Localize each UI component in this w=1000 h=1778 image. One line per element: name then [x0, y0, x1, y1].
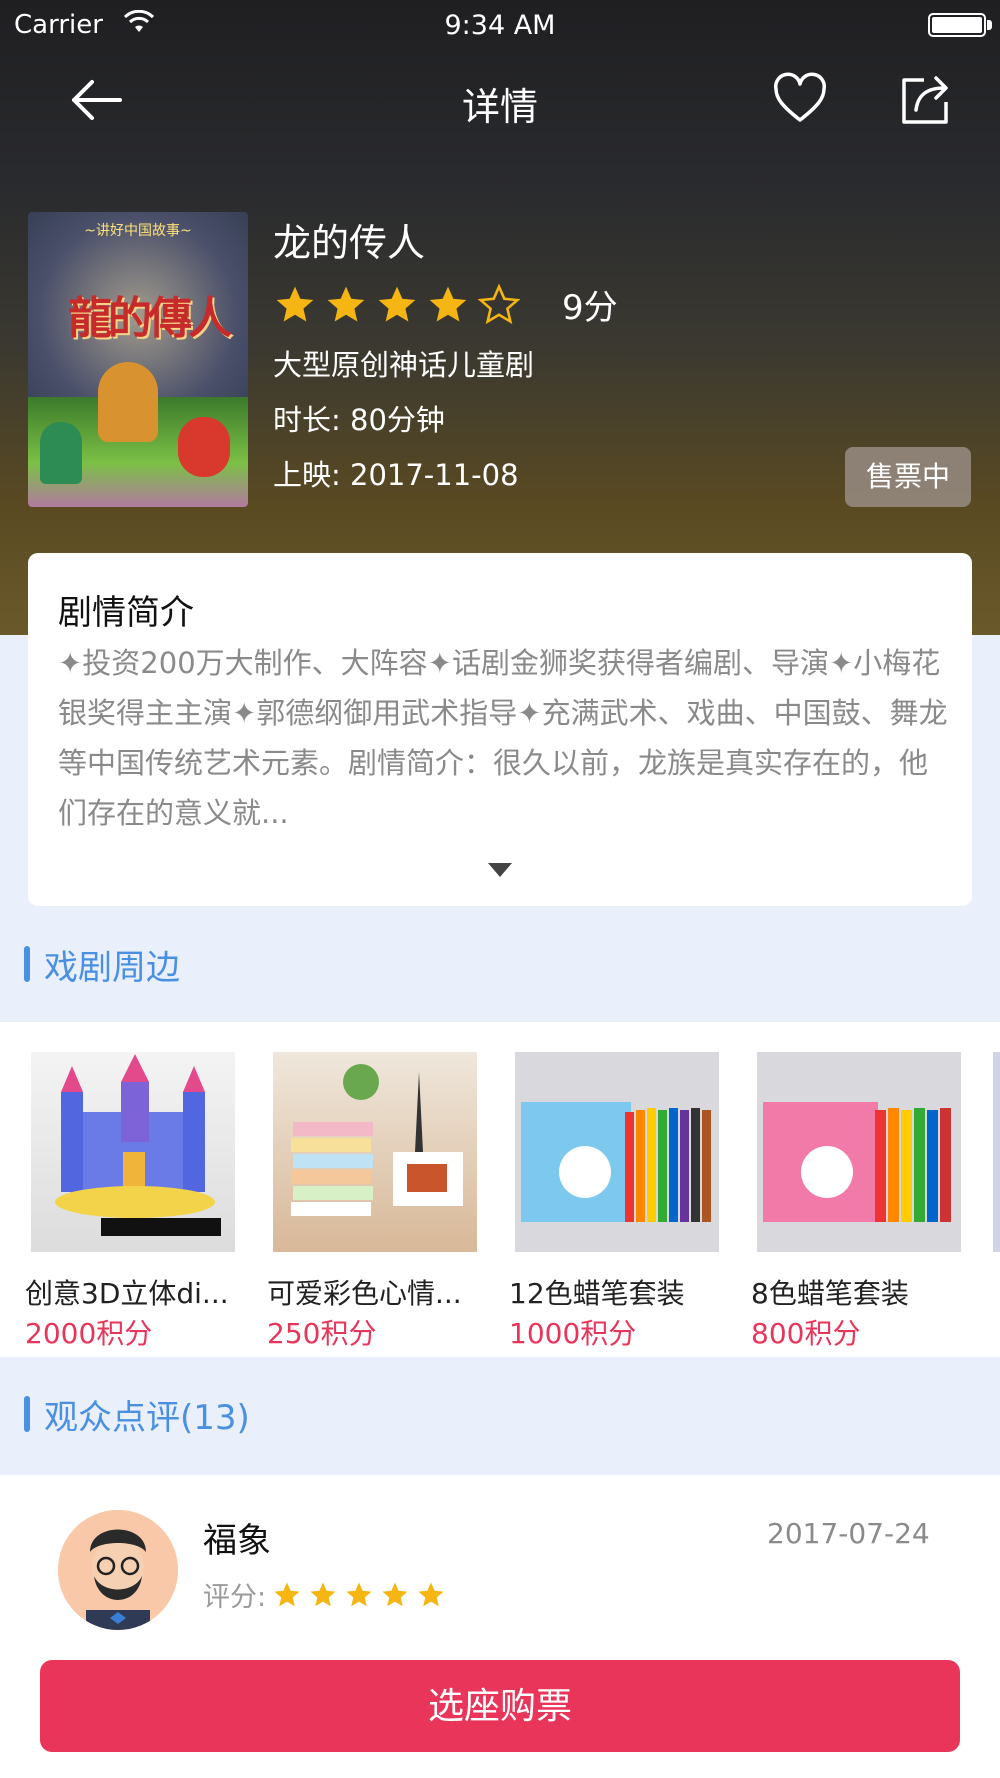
poster-elder-figure	[40, 422, 82, 484]
merch-image-crayons-8	[757, 1052, 961, 1252]
synopsis-title: 剧情简介	[58, 593, 194, 633]
poster-hero-figure	[98, 362, 158, 442]
rating-label: 评分:	[203, 1582, 267, 1613]
merch-points: 800积分	[751, 1317, 861, 1350]
merch-name: 可爱彩色心情...	[267, 1277, 462, 1310]
merch-name: 8色蜡笔套装	[751, 1277, 909, 1310]
merch-item-partial[interactable]	[993, 1052, 1000, 1252]
page-title: 详情	[461, 85, 538, 129]
star-filled-icon	[274, 1582, 300, 1606]
review-date: 2017-07-24	[767, 1517, 930, 1550]
reviewer-name: 福象	[203, 1521, 271, 1561]
star-filled-icon	[327, 286, 365, 321]
merch-name: 12色蜡笔套装	[509, 1277, 685, 1310]
merch-image-notes	[273, 1052, 477, 1252]
share-icon[interactable]	[898, 72, 954, 128]
merch-image-crayons-12	[515, 1052, 719, 1252]
battery-tip	[987, 20, 992, 30]
ticket-status-badge: 售票中	[845, 447, 971, 507]
merch-list[interactable]: 创意3D立体di... 2000积分 可爱彩色心情... 250积分 12色蜡笔…	[0, 1022, 1000, 1357]
clock: 9:34 AM	[444, 10, 556, 41]
reviews-section-title: 观众点评(13)	[44, 1398, 250, 1438]
section-accent-bar	[24, 1396, 30, 1432]
reviews-section-header: 观众点评(13)	[0, 1384, 1000, 1444]
poster-tagline: ~讲好中国故事~	[84, 223, 192, 239]
poster-dragon-figure	[178, 417, 230, 477]
poster-title: 龍的傳人	[68, 293, 232, 344]
merch-points: 1000积分	[509, 1317, 637, 1350]
merch-section-header: 戏剧周边	[0, 934, 1000, 994]
show-release-date: 上映: 2017-11-08	[273, 458, 519, 492]
battery-icon	[928, 13, 986, 37]
synopsis-text: ✦投资200万大制作、大阵容✦话剧金狮奖获得者编剧、导演✦小梅花银奖得主主演✦郭…	[58, 646, 948, 830]
review-rating: 评分:	[203, 1575, 446, 1614]
avatar[interactable]	[58, 1510, 178, 1630]
star-filled-icon	[276, 286, 314, 321]
merch-name: 创意3D立体di...	[25, 1277, 229, 1310]
show-score: 9分	[562, 288, 618, 328]
status-bar: Carrier 9:34 AM	[0, 0, 1000, 50]
star-filled-icon	[382, 1582, 408, 1606]
star-filled-icon	[310, 1582, 336, 1606]
star-empty-icon	[477, 282, 521, 324]
star-filled-icon	[429, 286, 467, 321]
show-title: 龙的传人	[273, 221, 426, 265]
show-poster: ~讲好中国故事~ 龍的傳人	[28, 212, 248, 507]
star-filled-icon	[346, 1582, 372, 1606]
show-duration: 时长: 80分钟	[273, 403, 445, 437]
navigation-bar: 详情	[0, 60, 1000, 140]
merch-image-castle	[31, 1052, 235, 1252]
section-accent-bar	[24, 946, 30, 982]
heart-icon[interactable]	[772, 72, 828, 128]
show-rating: 9分	[273, 280, 618, 329]
synopsis-card: 剧情简介 ✦投资200万大制作、大阵容✦话剧金狮奖获得者编剧、导演✦小梅花银奖得…	[28, 553, 972, 906]
merch-points: 250积分	[267, 1317, 377, 1350]
star-filled-icon	[378, 286, 416, 321]
merch-points: 2000积分	[25, 1317, 153, 1350]
star-filled-icon	[418, 1582, 444, 1606]
merch-section-title: 戏剧周边	[44, 948, 180, 988]
select-seat-buy-button[interactable]: 选座购票	[40, 1660, 960, 1752]
show-genre: 大型原创神话儿童剧	[273, 348, 535, 382]
expand-triangle-icon[interactable]	[486, 861, 514, 879]
